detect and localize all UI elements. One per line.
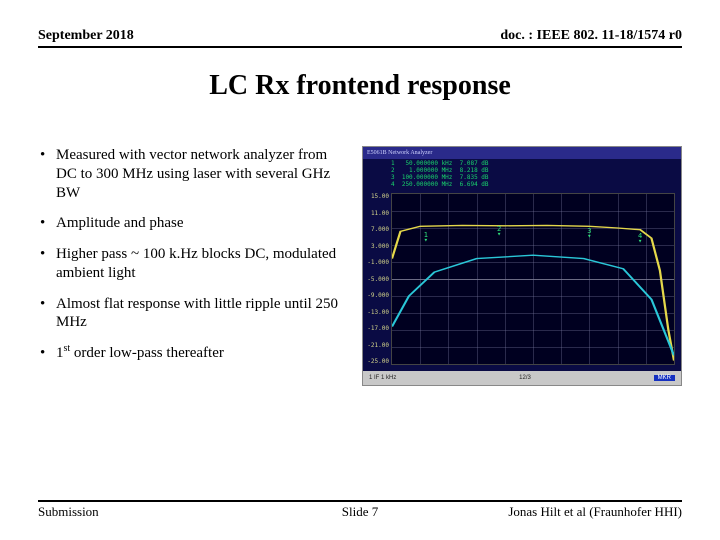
- bullet-item: Measured with vector network analyzer fr…: [38, 146, 348, 202]
- bullet-text: Almost flat response with little ripple …: [56, 296, 338, 331]
- bullet-item: Amplitude and phase: [38, 214, 348, 233]
- bullet-list: Measured with vector network analyzer fr…: [38, 146, 348, 386]
- bullet-text: 1st order low-pass thereafter: [56, 345, 224, 361]
- y-tick: 7.000: [367, 226, 389, 233]
- bullet-text: Measured with vector network analyzer fr…: [56, 147, 330, 201]
- bullet-item: Higher pass ~ 100 k.Hz blocks DC, modula…: [38, 245, 348, 283]
- y-tick: -21.00: [367, 342, 389, 349]
- status-center: 12/3: [519, 375, 531, 381]
- y-tick: -25.00: [367, 358, 389, 365]
- amplitude-trace: [392, 225, 674, 360]
- y-tick: -1.000: [367, 259, 389, 266]
- bullet-text: Higher pass ~ 100 k.Hz blocks DC, modula…: [56, 246, 336, 281]
- marker-2: 2: [496, 225, 502, 231]
- bullet-item: Almost flat response with little ripple …: [38, 295, 348, 333]
- analyzer-titlebar: E5061B Network Analyzer: [363, 147, 681, 159]
- y-tick: 15.00: [367, 193, 389, 200]
- bullet-item: 1st order low-pass thereafter: [38, 344, 348, 363]
- marker-1: 1: [423, 231, 429, 237]
- marker-readouts: 1 50.000000 kHz 7.087 dB 2 1.000000 MHz …: [391, 161, 489, 189]
- y-tick: -17.00: [367, 325, 389, 332]
- header-date: September 2018: [38, 28, 134, 44]
- slide: September 2018 doc. : IEEE 802. 11-18/15…: [0, 0, 720, 540]
- content-row: Measured with vector network analyzer fr…: [38, 146, 682, 386]
- y-tick: -13.00: [367, 309, 389, 316]
- response-curves: [392, 194, 674, 364]
- bullet-text: Amplitude and phase: [56, 215, 183, 231]
- y-tick: 3.000: [367, 243, 389, 250]
- status-left: 1 IF 1 kHz: [369, 375, 396, 381]
- footer-center: Slide 7: [38, 504, 682, 520]
- plot-area: 1 2 3 4: [391, 193, 675, 365]
- marker-3: 3: [586, 227, 592, 233]
- y-tick: -5.000: [367, 276, 389, 283]
- phase-trace: [392, 255, 674, 355]
- marker-4: 4: [637, 232, 643, 238]
- header-bar: September 2018 doc. : IEEE 802. 11-18/15…: [38, 28, 682, 48]
- analyzer-statusbar: 1 IF 1 kHz 12/3 MKR: [363, 371, 681, 385]
- status-badge: MKR: [654, 375, 675, 381]
- footer-bar: Submission Slide 7 Jonas Hilt et al (Fra…: [38, 500, 682, 520]
- y-tick: 11.00: [367, 210, 389, 217]
- y-axis-labels: 15.00 11.00 7.000 3.000 -1.000 -5.000 -9…: [367, 193, 389, 365]
- y-tick: -9.000: [367, 292, 389, 299]
- page-title: LC Rx frontend response: [38, 70, 682, 102]
- analyzer-screenshot: E5061B Network Analyzer 1 50.000000 kHz …: [362, 146, 682, 386]
- header-docref: doc. : IEEE 802. 11-18/1574 r0: [500, 28, 682, 44]
